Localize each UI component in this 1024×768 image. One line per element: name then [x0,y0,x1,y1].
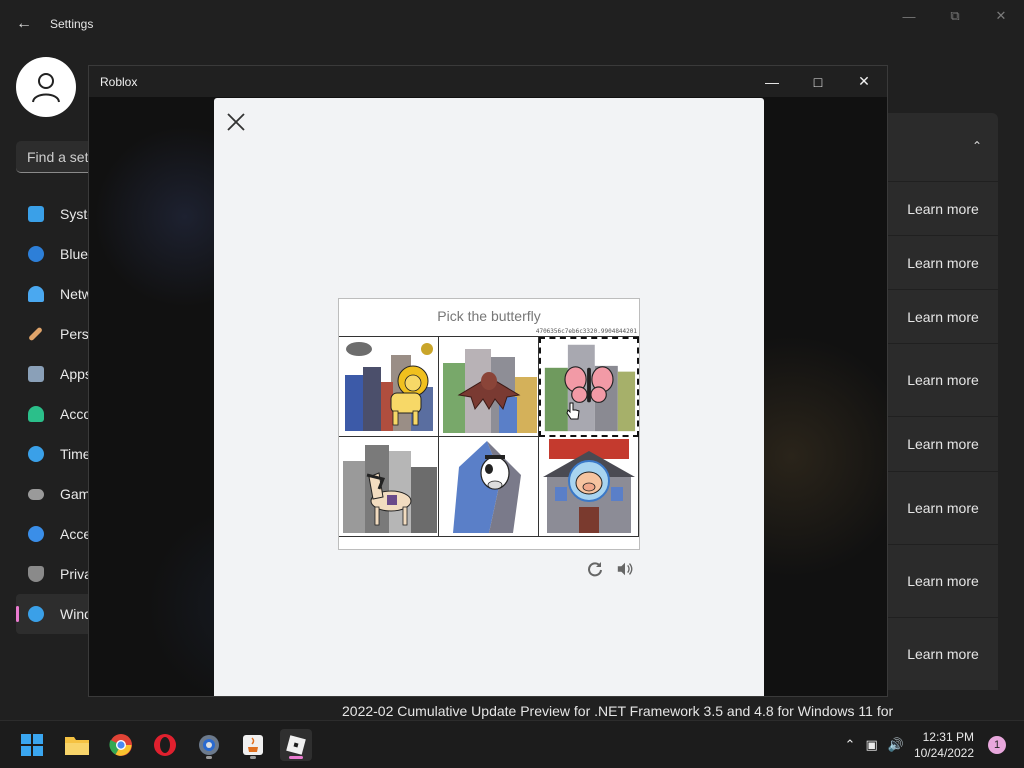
running-indicator [206,756,212,759]
close-icon[interactable]: ✕ [841,66,887,97]
minimize-icon[interactable]: — [886,0,932,32]
notification-badge[interactable]: 1 [988,736,1006,754]
windows-start-icon[interactable] [16,729,48,761]
captcha-tile-lion[interactable] [339,337,439,437]
active-indicator [289,756,303,759]
clock-time: 12:31 PM [922,730,974,744]
restore-icon[interactable]: ⧉ [932,0,978,32]
taskbar: ⌃ ▣ 🔊 12:31 PM 10/24/2022 1 [0,720,1024,768]
learn-more-link[interactable]: Learn more [888,344,998,416]
butterfly-city-image [544,344,636,432]
roblox-title: Roblox [100,75,138,89]
gamepad-icon [28,488,44,500]
lion-city-image [345,342,433,431]
learn-more-link[interactable]: Learn more [888,417,998,471]
chevron-up-icon: ⌃ [971,139,982,153]
captcha-tile-cow[interactable] [439,437,539,537]
maximize-icon[interactable]: □ [795,66,841,97]
update-icon [28,606,44,622]
captcha-tile-bat[interactable] [439,337,539,437]
system-tray: ⌃ ▣ 🔊 12:31 PM 10/24/2022 1 [845,721,1024,768]
network-icon[interactable]: ▣ [865,737,877,753]
bat-city-image [443,349,537,433]
settings-gear-icon[interactable] [193,729,225,761]
monitor-icon [28,206,44,222]
close-icon[interactable] [224,110,248,134]
clock-globe-icon [28,446,44,462]
updates-header[interactable]: ⌃ [888,113,998,181]
audio-icon[interactable] [616,560,634,578]
person-icon [28,406,44,422]
person-icon [32,73,60,103]
shield-icon [28,566,44,582]
roblox-titlebar: Roblox — □ ✕ [89,66,887,97]
captcha-modal: Pick the butterfly 4706356c7eb6c3320.990… [214,98,764,696]
updates-panel: ⌃ Learn more Learn more Learn more Learn… [888,113,998,690]
settings-window-controls: — ⧉ ✕ [886,0,1024,32]
close-icon[interactable]: ✕ [978,0,1024,32]
captcha-tile-horse[interactable] [339,437,439,537]
settings-title: Settings [50,17,94,31]
running-indicator [250,756,256,759]
pig-city-image [543,439,635,533]
clock-date: 10/24/2022 [913,746,974,760]
captcha-tools [586,560,634,578]
brush-icon [28,326,43,342]
hand-cursor-icon [566,402,580,420]
apps-icon [28,366,44,382]
java-icon[interactable] [237,729,269,761]
accessibility-icon [28,526,44,542]
learn-more-link[interactable]: Learn more [888,545,998,617]
bluetooth-icon [28,246,44,262]
roblox-window: Roblox — □ ✕ Pick the butterfly 4706356c… [88,65,888,697]
horse-city-image [343,445,437,533]
captcha-tile-pig[interactable] [539,437,639,537]
learn-more-link[interactable]: Learn more [888,290,998,343]
learn-more-link[interactable]: Learn more [888,182,998,235]
back-arrow-icon[interactable]: ← [14,14,34,34]
captcha-grid [339,336,639,537]
update-item-title: 2022-02 Cumulative Update Preview for .N… [342,703,894,719]
cow-city-image [453,441,521,533]
chrome-icon[interactable] [105,729,137,761]
opera-icon[interactable] [149,729,181,761]
roblox-icon[interactable] [280,729,312,761]
refresh-icon[interactable] [586,560,604,578]
chevron-up-icon[interactable]: ⌃ [845,737,856,753]
wifi-icon [28,286,44,302]
captcha-hash: 4706356c7eb6c3320.9904844201 [535,328,637,335]
settings-titlebar: ← Settings [0,0,1024,48]
volume-icon[interactable]: 🔊 [888,737,904,753]
learn-more-link[interactable]: Learn more [888,236,998,289]
avatar[interactable] [16,57,76,117]
minimize-icon[interactable]: — [749,66,795,97]
captcha-widget: Pick the butterfly 4706356c7eb6c3320.990… [338,298,640,550]
file-explorer-icon[interactable] [61,729,93,761]
learn-more-link[interactable]: Learn more [888,472,998,544]
learn-more-link[interactable]: Learn more [888,618,998,690]
clock[interactable]: 12:31 PM 10/24/2022 [914,729,974,761]
captcha-tile-butterfly[interactable] [539,337,639,437]
